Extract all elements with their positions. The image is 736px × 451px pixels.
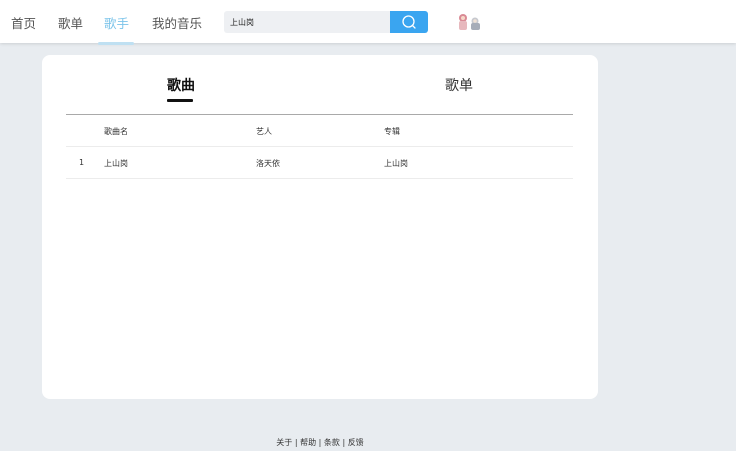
footer-links: 关于 | 帮助 | 条款 | 反馈 [0, 437, 640, 448]
footer-link-terms[interactable]: 条款 [324, 438, 340, 447]
column-header-song-name: 歌曲名 [104, 127, 128, 136]
nav-item-playlists[interactable]: 歌单 [58, 13, 83, 32]
footer-separator: | [294, 438, 298, 447]
search-results-card: 歌曲 歌单 歌曲名 艺人 专辑 1 上山岗 洛天依 上山岗 [42, 55, 598, 399]
tab-playlists[interactable]: 歌单 [445, 75, 473, 95]
song-name[interactable]: 上山岗 [104, 158, 128, 169]
search-button[interactable] [390, 11, 428, 33]
column-header-album: 专辑 [384, 127, 400, 136]
footer-separator: | [342, 438, 346, 447]
footer-link-help[interactable]: 帮助 [300, 438, 316, 447]
table-header-row: 歌曲名 艺人 专辑 [66, 115, 573, 147]
nav-active-underline [98, 42, 134, 45]
column-header-artist: 艺人 [256, 127, 272, 136]
footer-link-feedback[interactable]: 反馈 [348, 438, 364, 447]
top-navigation-bar: 首页 歌单 歌手 我的音乐 [0, 0, 736, 45]
avatar-image [459, 14, 480, 30]
search-box [224, 11, 392, 33]
nav-item-singers[interactable]: 歌手 [104, 13, 129, 32]
nav-item-home[interactable]: 首页 [11, 13, 36, 32]
footer-link-about[interactable]: 关于 [276, 438, 292, 447]
row-index: 1 [79, 158, 85, 167]
footer-separator: | [318, 438, 322, 447]
tab-songs[interactable]: 歌曲 [167, 75, 195, 95]
nav-item-my-music[interactable]: 我的音乐 [152, 13, 202, 32]
avatar[interactable] [456, 13, 484, 31]
active-tab-indicator [167, 99, 193, 102]
album-name[interactable]: 上山岗 [384, 158, 408, 169]
search-icon [402, 15, 416, 29]
artist-name[interactable]: 洛天依 [256, 158, 280, 169]
search-input[interactable] [230, 14, 388, 30]
songs-table: 歌曲名 艺人 专辑 1 上山岗 洛天依 上山岗 [66, 115, 573, 179]
table-row[interactable]: 1 上山岗 洛天依 上山岗 [66, 147, 573, 179]
